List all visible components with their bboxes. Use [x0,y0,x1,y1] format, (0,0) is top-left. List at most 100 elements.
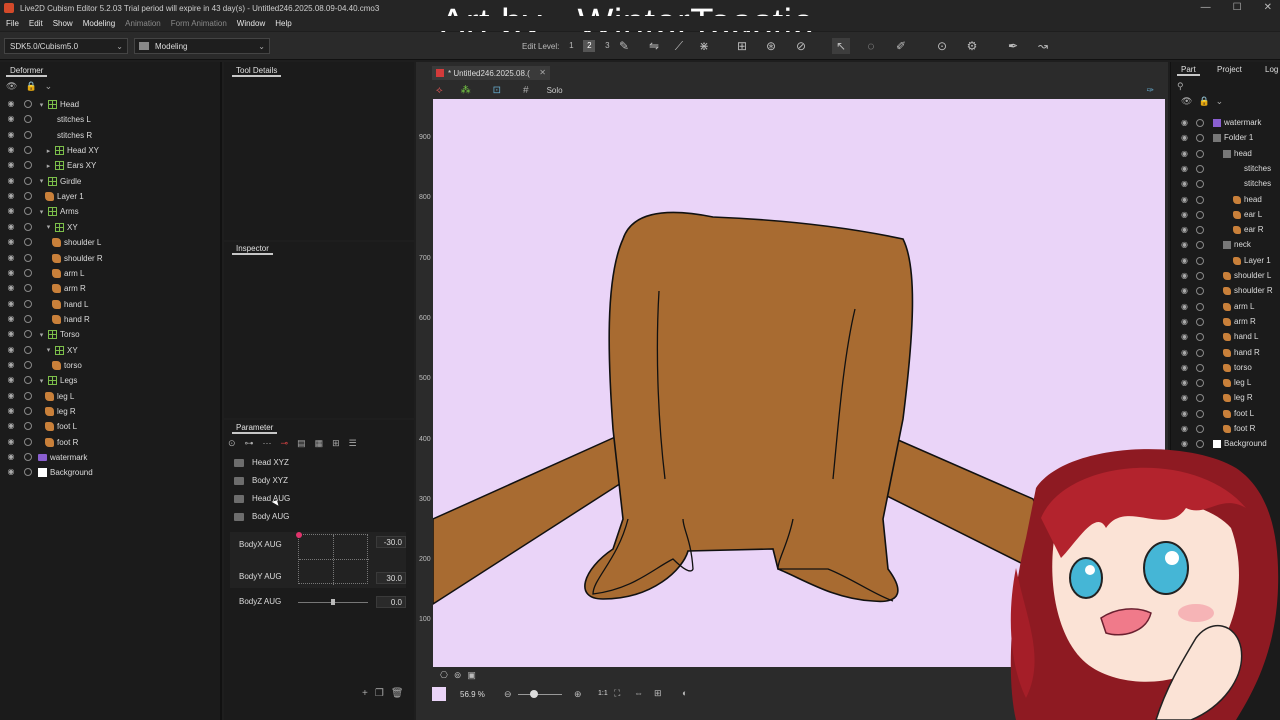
fit-icon[interactable]: ⛶ [614,688,620,699]
lock-circle-icon[interactable] [1196,119,1204,127]
lock-circle-icon[interactable] [1196,134,1204,143]
zoom-ratio-button[interactable]: 1:1 [598,690,608,697]
lock-circle-icon[interactable] [24,238,32,247]
eye-icon[interactable]: ◉ [1181,317,1188,326]
eye-icon[interactable]: ◉ [1181,302,1188,311]
eye-icon[interactable]: ◉ [1181,133,1188,142]
lock-circle-icon[interactable] [24,453,32,462]
part-tree-row[interactable]: ◉ shoulder L [1171,269,1280,284]
eye-icon[interactable]: ◉ [6,222,16,232]
eye-icon[interactable]: ◉ [6,283,16,293]
deformer-tree-row[interactable]: ◉ arm R [0,281,220,296]
lock-circle-icon[interactable] [24,299,32,308]
tab-part[interactable]: Part [1177,65,1200,76]
eye-icon[interactable]: ◉ [6,299,16,309]
pen-tool-icon[interactable]: ✒ [1004,38,1022,54]
eye-icon[interactable]: ◉ [1181,195,1188,204]
eye-icon[interactable]: ◉ [6,391,16,401]
deformer-tree-row[interactable]: ◉ stitches L [0,112,220,127]
lock-circle-icon[interactable] [24,391,32,400]
edit-level-2[interactable]: 2 [583,40,596,52]
document-tab[interactable]: * Untitled246.2025.08.( ✕ [432,66,550,80]
zoom-out-icon[interactable]: ⊖ [504,689,512,700]
lock-circle-icon[interactable] [1196,302,1204,311]
2d-param-grid[interactable] [296,532,369,585]
lock-circle-icon[interactable] [1196,149,1204,158]
deformer-tree-row[interactable]: ◉ arm L [0,266,220,281]
eye-icon[interactable]: ◉ [1181,271,1188,280]
lock-circle-icon[interactable] [24,468,32,477]
lock-icon[interactable]: 🔒 [1198,96,1209,107]
eye-icon[interactable]: ◉ [6,114,16,124]
eye-icon[interactable]: ◉ [1181,409,1188,418]
eye-icon[interactable]: ◉ [1181,149,1188,158]
chevron-down-icon[interactable]: ⌄ [45,81,53,92]
chevron-down-icon[interactable]: ▾ [38,177,45,185]
eye-icon[interactable]: ◉ [1181,118,1188,127]
eye-icon[interactable]: ◉ [1181,378,1188,387]
deformer-tree-row[interactable]: ◉ hand R [0,312,220,327]
deformer-tree-row[interactable]: ◉ ▾ XY [0,220,220,235]
lock-circle-icon[interactable] [1196,409,1204,418]
table-icon[interactable]: ▤ [297,438,306,449]
part-tree-row[interactable]: ◉ watermark [1171,116,1280,131]
part-tree-row[interactable]: ◉ head [1171,147,1280,162]
part-tree-row[interactable]: ◉ leg R [1171,391,1280,406]
flip-icon[interactable]: ⇔ [634,688,643,698]
part-tree-row[interactable]: ◉ neck [1171,238,1280,253]
lock-circle-icon[interactable] [1196,210,1204,219]
eye-icon[interactable]: ◉ [1181,286,1188,295]
eye-icon[interactable]: ◉ [6,268,16,278]
eye-icon[interactable]: ◉ [1181,179,1188,188]
eye-icon[interactable]: ◉ [1181,210,1188,219]
record-icon[interactable]: ⊚ [454,670,462,681]
deformer-tree-row[interactable]: ◉ hand L [0,297,220,312]
zoom-slider-knob[interactable] [530,690,538,698]
param-value[interactable]: 30.0 [376,572,406,584]
rotate-deformer-icon[interactable]: ⊛ [762,38,780,54]
lock-circle-icon[interactable] [24,268,32,277]
chevron-down-icon[interactable]: ▾ [38,377,45,385]
param-value[interactable]: 0.0 [376,596,406,608]
mesh-show-icon[interactable]: ⁂ [461,85,471,96]
deformer-tree-row[interactable]: ◉ leg R [0,404,220,419]
unlink-icon[interactable]: ⊸ [281,438,289,449]
deformer-tree-row[interactable]: ◉ ▾ Arms [0,204,220,219]
deformer-tree-row[interactable]: ◉ ▾ Torso [0,327,220,342]
eye-icon[interactable]: ◉ [6,253,16,263]
part-tree-row[interactable]: ◉ ear R [1171,223,1280,238]
eye-icon[interactable]: ◉ [6,329,16,339]
menu-show[interactable]: Show [53,19,73,28]
lasso-tool-icon[interactable]: ◌ [862,38,880,54]
lock-icon[interactable]: 🔒 [25,81,36,92]
eye-icon[interactable]: ◉ [6,160,16,170]
auto-mesh-icon[interactable]: ⋇ [695,38,713,54]
lock-circle-icon[interactable] [24,207,32,216]
body-xy-aug-2d-param[interactable]: BodyX AUG BodyY AUG -30.0 30.0 [230,532,406,588]
eye-icon[interactable]: ◉ [6,467,16,477]
part-tree-row[interactable]: ◉ hand R [1171,346,1280,361]
parameter-tab[interactable]: Parameter [232,423,278,434]
eye-icon[interactable]: ◉ [6,130,16,140]
zoom-in-icon[interactable]: ⊕ [574,689,582,700]
folder-head-xyz[interactable]: Head XYZ [234,458,289,467]
deformer-tree-row[interactable]: ◉ Background [0,465,220,480]
key-icon[interactable]: ⊞ [332,438,340,449]
lock-circle-icon[interactable] [1196,425,1204,433]
eye-icon[interactable]: ◉ [6,345,16,355]
eye-icon[interactable]: ◉ [6,421,16,431]
frame-icon[interactable]: ⊡ [493,85,501,96]
brush-tool-icon[interactable]: ✐ [892,38,910,54]
lock-circle-icon[interactable] [24,115,32,124]
zoom-value[interactable]: 56.9 % [460,690,485,699]
add-icon[interactable]: + [362,688,368,699]
close-tab-icon[interactable]: ✕ [539,68,546,77]
lock-circle-icon[interactable] [24,314,32,323]
deformer-tree-row[interactable]: ◉ ▸ Head XY [0,143,220,158]
menu-animation[interactable]: Animation [125,19,161,28]
eye-icon[interactable]: ◉ [6,206,16,216]
trash-icon[interactable]: 🗑 [391,688,404,699]
link-icon[interactable]: ⊶ [245,438,254,449]
eye-icon[interactable]: ◉ [6,406,16,416]
deformer-tree-row[interactable]: ◉ foot R [0,435,220,450]
